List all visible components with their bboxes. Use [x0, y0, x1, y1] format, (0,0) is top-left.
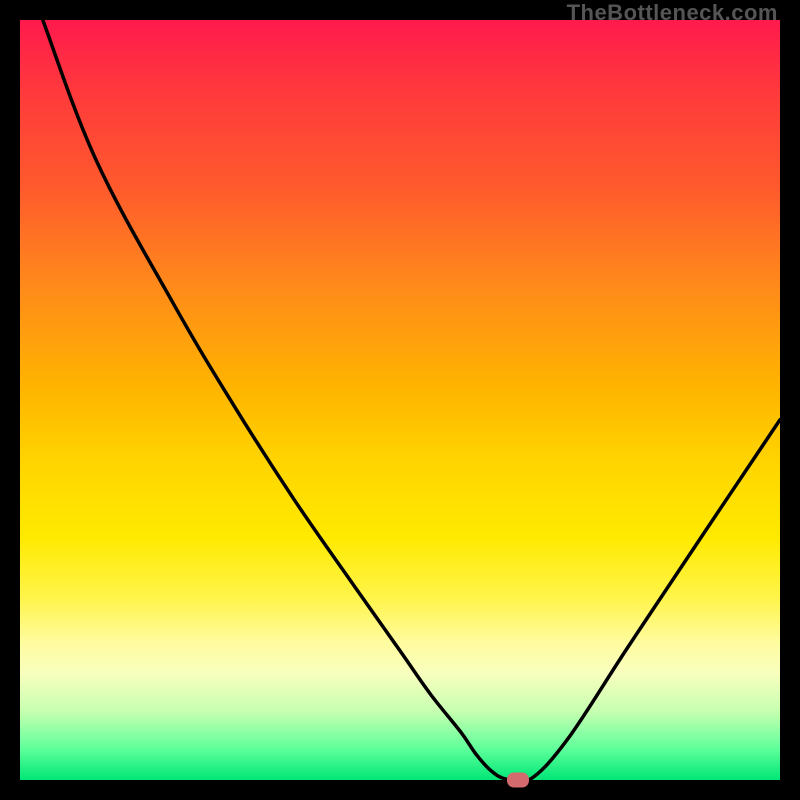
- plot-area: [20, 20, 780, 780]
- bottleneck-curve: [20, 20, 780, 780]
- bottleneck-marker: [507, 773, 529, 788]
- attribution-label: TheBottleneck.com: [567, 0, 778, 26]
- chart-container: TheBottleneck.com: [0, 0, 800, 800]
